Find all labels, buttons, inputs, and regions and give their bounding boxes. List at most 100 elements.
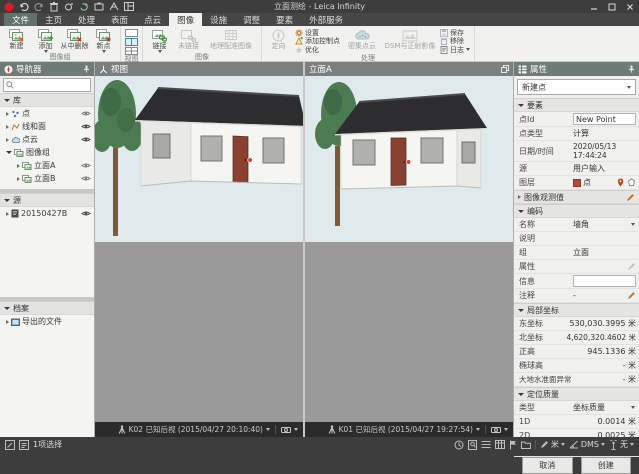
split-view-icon[interactable] — [125, 38, 138, 46]
code-name-dropdown[interactable]: 墙角 — [573, 219, 636, 230]
search-input[interactable] — [3, 78, 91, 92]
close-button[interactable] — [624, 2, 636, 12]
tree-item-exported-files[interactable]: 导出的文件 — [0, 315, 94, 328]
tab-adjustments[interactable]: 调整 — [235, 13, 268, 26]
orient-button[interactable]: 定向 — [264, 27, 293, 54]
visibility-eye-icon[interactable] — [81, 210, 91, 217]
cancel-button[interactable]: 取消 — [522, 457, 573, 474]
section-header-archive[interactable]: 档案 — [0, 301, 94, 315]
info-input[interactable] — [573, 275, 636, 287]
tab-home[interactable]: 主页 — [37, 13, 70, 26]
tab-file[interactable]: 文件 — [4, 13, 37, 26]
tree-item-point-clouds[interactable]: 点云 — [0, 133, 94, 146]
report-icon[interactable] — [468, 440, 477, 450]
camera-icon[interactable] — [491, 426, 501, 433]
unlink-button[interactable]: 未链接 — [174, 27, 203, 53]
add-point-icon[interactable] — [63, 1, 74, 12]
tab-imaging[interactable]: 图像 — [169, 13, 202, 26]
gnss-unit-selector[interactable]: 无 — [609, 439, 634, 450]
refresh-icon[interactable] — [78, 1, 89, 12]
edit-pencil-icon[interactable] — [626, 193, 635, 202]
redo-icon[interactable] — [33, 1, 44, 12]
add-images-button[interactable]: 添加 — [31, 27, 60, 53]
link-button[interactable]: 链接 — [145, 27, 174, 53]
optimize-button[interactable]: 优化 — [295, 46, 340, 54]
tree-item-job[interactable]: 20150427B — [0, 207, 94, 220]
dropdown-caret-icon[interactable] — [294, 428, 298, 431]
preset-dropdown[interactable]: 新建点 — [517, 79, 636, 95]
visibility-eye-icon[interactable] — [81, 162, 91, 169]
georeference-image-button[interactable]: 地理配准图像 — [203, 27, 259, 53]
map-pin-icon[interactable] — [617, 178, 624, 187]
viewport-canvas-facade-a[interactable] — [305, 76, 513, 422]
section-header-feature[interactable]: 要素 — [514, 98, 639, 112]
new-point-button[interactable]: 新点 — [89, 27, 118, 53]
quad-view-icon[interactable] — [125, 47, 138, 55]
dropdown-caret-icon[interactable] — [504, 428, 508, 431]
point-id-input[interactable]: New Point — [573, 113, 636, 125]
angle-unit-selector[interactable]: DMS — [569, 440, 605, 449]
viewport-header-facade-a[interactable]: 立面A — [305, 62, 513, 76]
table-icon[interactable] — [495, 440, 505, 449]
viewport-canvas-3d[interactable] — [95, 76, 303, 422]
tab-surfaces[interactable]: 表面 — [103, 13, 136, 26]
archive-icon[interactable] — [93, 1, 104, 12]
tree-item-lines-areas[interactable]: 线和面 — [0, 120, 94, 133]
restore-icon[interactable] — [501, 65, 509, 73]
delete-icon[interactable] — [48, 1, 59, 12]
visibility-eye-icon[interactable] — [81, 136, 91, 143]
polygon-icon[interactable] — [627, 178, 636, 187]
remove-from-group-button[interactable]: 从中删除 — [60, 27, 89, 53]
selection-tool-icon[interactable] — [5, 440, 15, 450]
section-header-source[interactable]: 源 — [0, 193, 94, 207]
visibility-eye-icon[interactable] — [81, 123, 91, 130]
export-icon[interactable] — [108, 1, 119, 12]
app-logo-icon[interactable] — [3, 1, 14, 12]
pin-icon[interactable] — [83, 65, 90, 73]
folder-icon[interactable] — [521, 440, 531, 449]
section-header-coding[interactable]: 编码 — [514, 204, 639, 218]
tab-infrastructure[interactable]: 设施 — [202, 13, 235, 26]
tree-item-image-groups[interactable]: 图像组 — [0, 146, 94, 159]
tab-processing[interactable]: 处理 — [70, 13, 103, 26]
visibility-eye-icon[interactable] — [81, 110, 91, 117]
navigator-header: 导航器 — [0, 62, 94, 76]
visibility-eye-icon[interactable] — [81, 175, 91, 182]
tab-features[interactable]: 要素 — [268, 13, 301, 26]
tree-item-facade-b[interactable]: 立面B — [0, 172, 94, 185]
prop-row-attributes: 属性 — [514, 260, 639, 274]
tree-item-points[interactable]: 点 — [0, 107, 94, 120]
log-button[interactable]: 日志 — [440, 46, 470, 54]
note-pencil-icon[interactable] — [627, 291, 636, 300]
quality-type-dropdown[interactable]: 坐标质量 — [573, 402, 636, 413]
section-header-library[interactable]: 库 — [0, 93, 94, 107]
dropdown-caret-icon[interactable] — [266, 428, 270, 431]
station-selector[interactable]: K01 已知后视 (2015/04/27 19:27:54) — [339, 424, 473, 435]
single-view-icon[interactable] — [125, 29, 138, 37]
distance-unit-selector[interactable]: 米 — [540, 439, 565, 450]
layout-icon[interactable] — [123, 1, 134, 12]
tab-pointclouds[interactable]: 点云 — [136, 13, 169, 26]
list-icon[interactable] — [481, 440, 491, 449]
tab-services[interactable]: 外部服务 — [301, 13, 351, 26]
section-header-image-observations[interactable]: 图像观测值 — [514, 190, 639, 204]
pin-icon[interactable] — [628, 65, 635, 73]
section-header-local-coordinates[interactable]: 局部坐标 — [514, 303, 639, 317]
notes-icon[interactable] — [19, 440, 29, 450]
dense-point-cloud-button[interactable]: 密集点云 — [342, 27, 382, 54]
flag-icon[interactable] — [509, 440, 517, 450]
new-image-group-button[interactable]: 新建 — [2, 27, 31, 53]
station-selector[interactable]: K02 已知后视 (2015/04/27 20:10:40) — [129, 424, 263, 435]
attributes-pencil-icon[interactable] — [627, 262, 636, 271]
camera-icon[interactable] — [281, 426, 291, 433]
dsm-ortho-button[interactable]: DSM与正射影像 — [382, 27, 438, 54]
tree-item-facade-a[interactable]: 立面A — [0, 159, 94, 172]
viewport-header-3d[interactable]: 视图 — [95, 62, 303, 76]
minimize-button[interactable] — [588, 2, 600, 12]
dropdown-caret-icon[interactable] — [476, 428, 480, 431]
undo-icon[interactable] — [18, 1, 29, 12]
maximize-button[interactable] — [606, 2, 618, 12]
section-header-quality[interactable]: 定位质量 — [514, 387, 639, 401]
clock-icon[interactable] — [454, 440, 464, 450]
create-button[interactable]: 创建 — [581, 457, 632, 474]
